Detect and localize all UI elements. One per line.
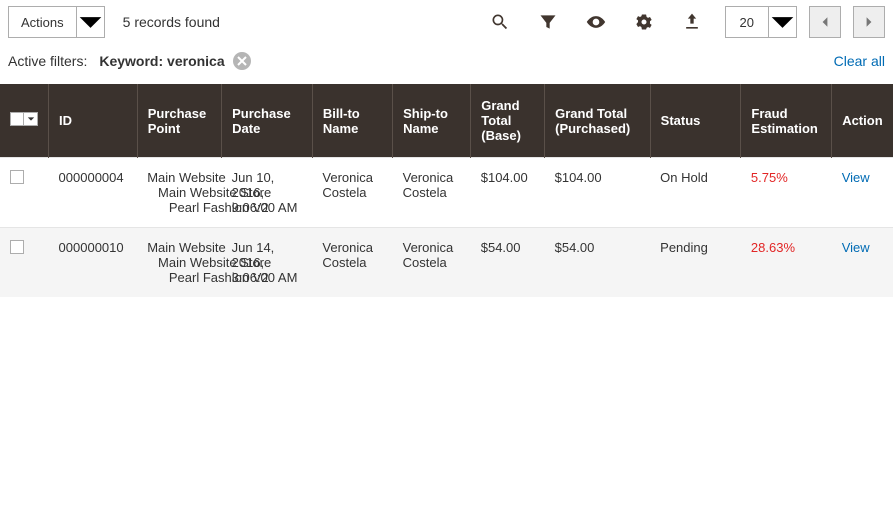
view-link[interactable]: View [842,240,870,255]
eye-icon[interactable] [585,11,607,33]
records-found-label: 5 records found [123,14,220,30]
cell-bill-to: Veronica Costela [312,228,392,298]
next-page-button[interactable] [853,6,885,38]
filter-keyword-value: veronica [167,53,225,69]
select-all-dropdown[interactable] [24,112,38,126]
chevron-down-icon [768,7,796,37]
col-header-grand-total-base[interactable]: Grand Total (Base) [471,84,545,158]
active-filters-label: Active filters: [8,53,87,69]
view-link[interactable]: View [842,170,870,185]
gear-icon[interactable] [633,11,655,33]
col-header-checkbox[interactable] [0,84,49,158]
cell-action: View [832,228,893,298]
table-row: 000000010 Main Website Main Website Stor… [0,228,893,298]
actions-select-label: Actions [9,15,76,30]
col-header-id[interactable]: ID [49,84,138,158]
filter-chip-keyword: Keyword: veronica [99,52,250,70]
search-icon[interactable] [489,11,511,33]
col-header-ship-to[interactable]: Ship-to Name [393,84,471,158]
cell-purchase-point: Main Website Main Website Store Pearl Fa… [137,158,221,228]
table-row: 000000004 Main Website Main Website Stor… [0,158,893,228]
cell-grand-total-base: $54.00 [471,228,545,298]
col-header-bill-to[interactable]: Bill-to Name [312,84,392,158]
remove-filter-button[interactable] [233,52,251,70]
cell-ship-to: Veronica Costela [393,158,471,228]
select-all-checkbox[interactable] [10,112,24,126]
filter-icon[interactable] [537,11,559,33]
col-header-fraud[interactable]: Fraud Estimation [741,84,832,158]
cell-grand-total-purchased: $104.00 [545,158,651,228]
col-header-action[interactable]: Action [832,84,893,158]
row-checkbox[interactable] [10,170,24,184]
cell-fraud: 5.75% [741,158,832,228]
row-checkbox[interactable] [10,240,24,254]
cell-grand-total-base: $104.00 [471,158,545,228]
cell-id: 000000010 [49,228,138,298]
cell-status: On Hold [650,158,741,228]
cell-action: View [832,158,893,228]
export-icon[interactable] [681,11,703,33]
table-header-row: ID Purchase Point Purchase Date Bill-to … [0,84,893,158]
pagination: 20 [725,6,885,38]
col-header-purchase-date[interactable]: Purchase Date [222,84,313,158]
toolbar: Actions 5 records found 20 [0,0,893,44]
chevron-down-icon [76,7,104,37]
cell-purchase-point: Main Website Main Website Store Pearl Fa… [137,228,221,298]
page-size-select[interactable]: 20 [725,6,797,38]
col-header-purchase-point[interactable]: Purchase Point [137,84,221,158]
actions-select[interactable]: Actions [8,6,105,38]
clear-all-link[interactable]: Clear all [834,53,885,69]
col-header-grand-total-purchased[interactable]: Grand Total (Purchased) [545,84,651,158]
cell-status: Pending [650,228,741,298]
toolbar-icons [489,11,703,33]
prev-page-button[interactable] [809,6,841,38]
cell-bill-to: Veronica Costela [312,158,392,228]
cell-grand-total-purchased: $54.00 [545,228,651,298]
col-header-status[interactable]: Status [650,84,741,158]
cell-ship-to: Veronica Costela [393,228,471,298]
orders-grid: ID Purchase Point Purchase Date Bill-to … [0,84,893,297]
page-size-value: 20 [726,15,768,30]
cell-id: 000000004 [49,158,138,228]
active-filters-row: Active filters: Keyword: veronica Clear … [0,44,893,84]
filter-keyword-label: Keyword: [99,53,163,69]
cell-fraud: 28.63% [741,228,832,298]
